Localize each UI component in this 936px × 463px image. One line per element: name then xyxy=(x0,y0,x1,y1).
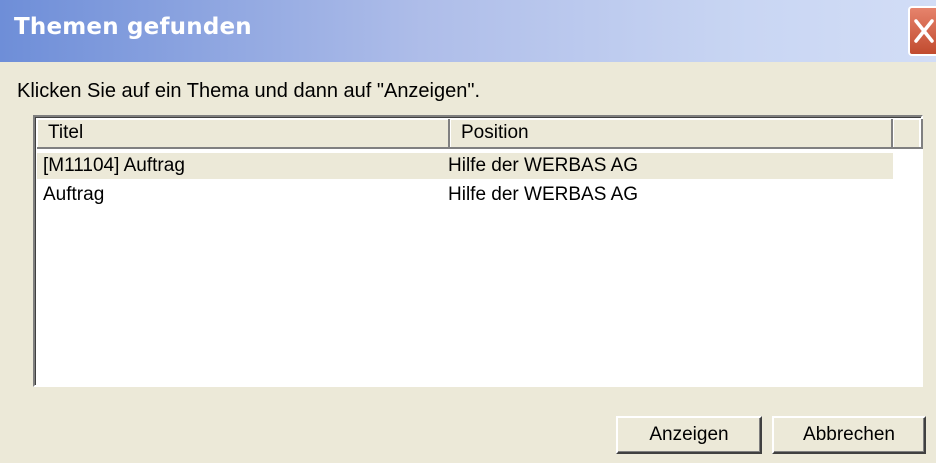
title-bar[interactable]: Themen gefunden xyxy=(0,0,936,62)
cancel-button[interactable]: Abbrechen xyxy=(772,416,926,454)
list-item-title: [M11104] Auftrag xyxy=(43,155,185,176)
list-item-position: Hilfe der WERBAS AG xyxy=(448,155,639,176)
list-item-title: Auftrag xyxy=(43,184,105,205)
dialog-window: Themen gefunden Klicken Sie auf ein Them… xyxy=(0,0,936,463)
close-icon xyxy=(914,19,934,43)
column-header-title[interactable]: Titel xyxy=(37,119,450,149)
list-header: Titel Position xyxy=(37,119,923,149)
list-item[interactable]: Auftrag Hilfe der WERBAS AG xyxy=(37,182,893,208)
window-title: Themen gefunden xyxy=(14,14,252,40)
close-button[interactable] xyxy=(908,6,936,56)
column-header-position[interactable]: Position xyxy=(450,119,893,149)
list-item-position: Hilfe der WERBAS AG xyxy=(448,184,639,205)
instruction-text: Klicken Sie auf ein Thema und dann auf "… xyxy=(17,80,481,102)
show-button[interactable]: Anzeigen xyxy=(616,416,762,454)
topics-list[interactable]: Titel Position [M11104] Auftrag Hilfe de… xyxy=(33,115,923,387)
list-item[interactable]: [M11104] Auftrag Hilfe der WERBAS AG xyxy=(37,153,893,179)
column-header-empty[interactable] xyxy=(893,119,923,149)
